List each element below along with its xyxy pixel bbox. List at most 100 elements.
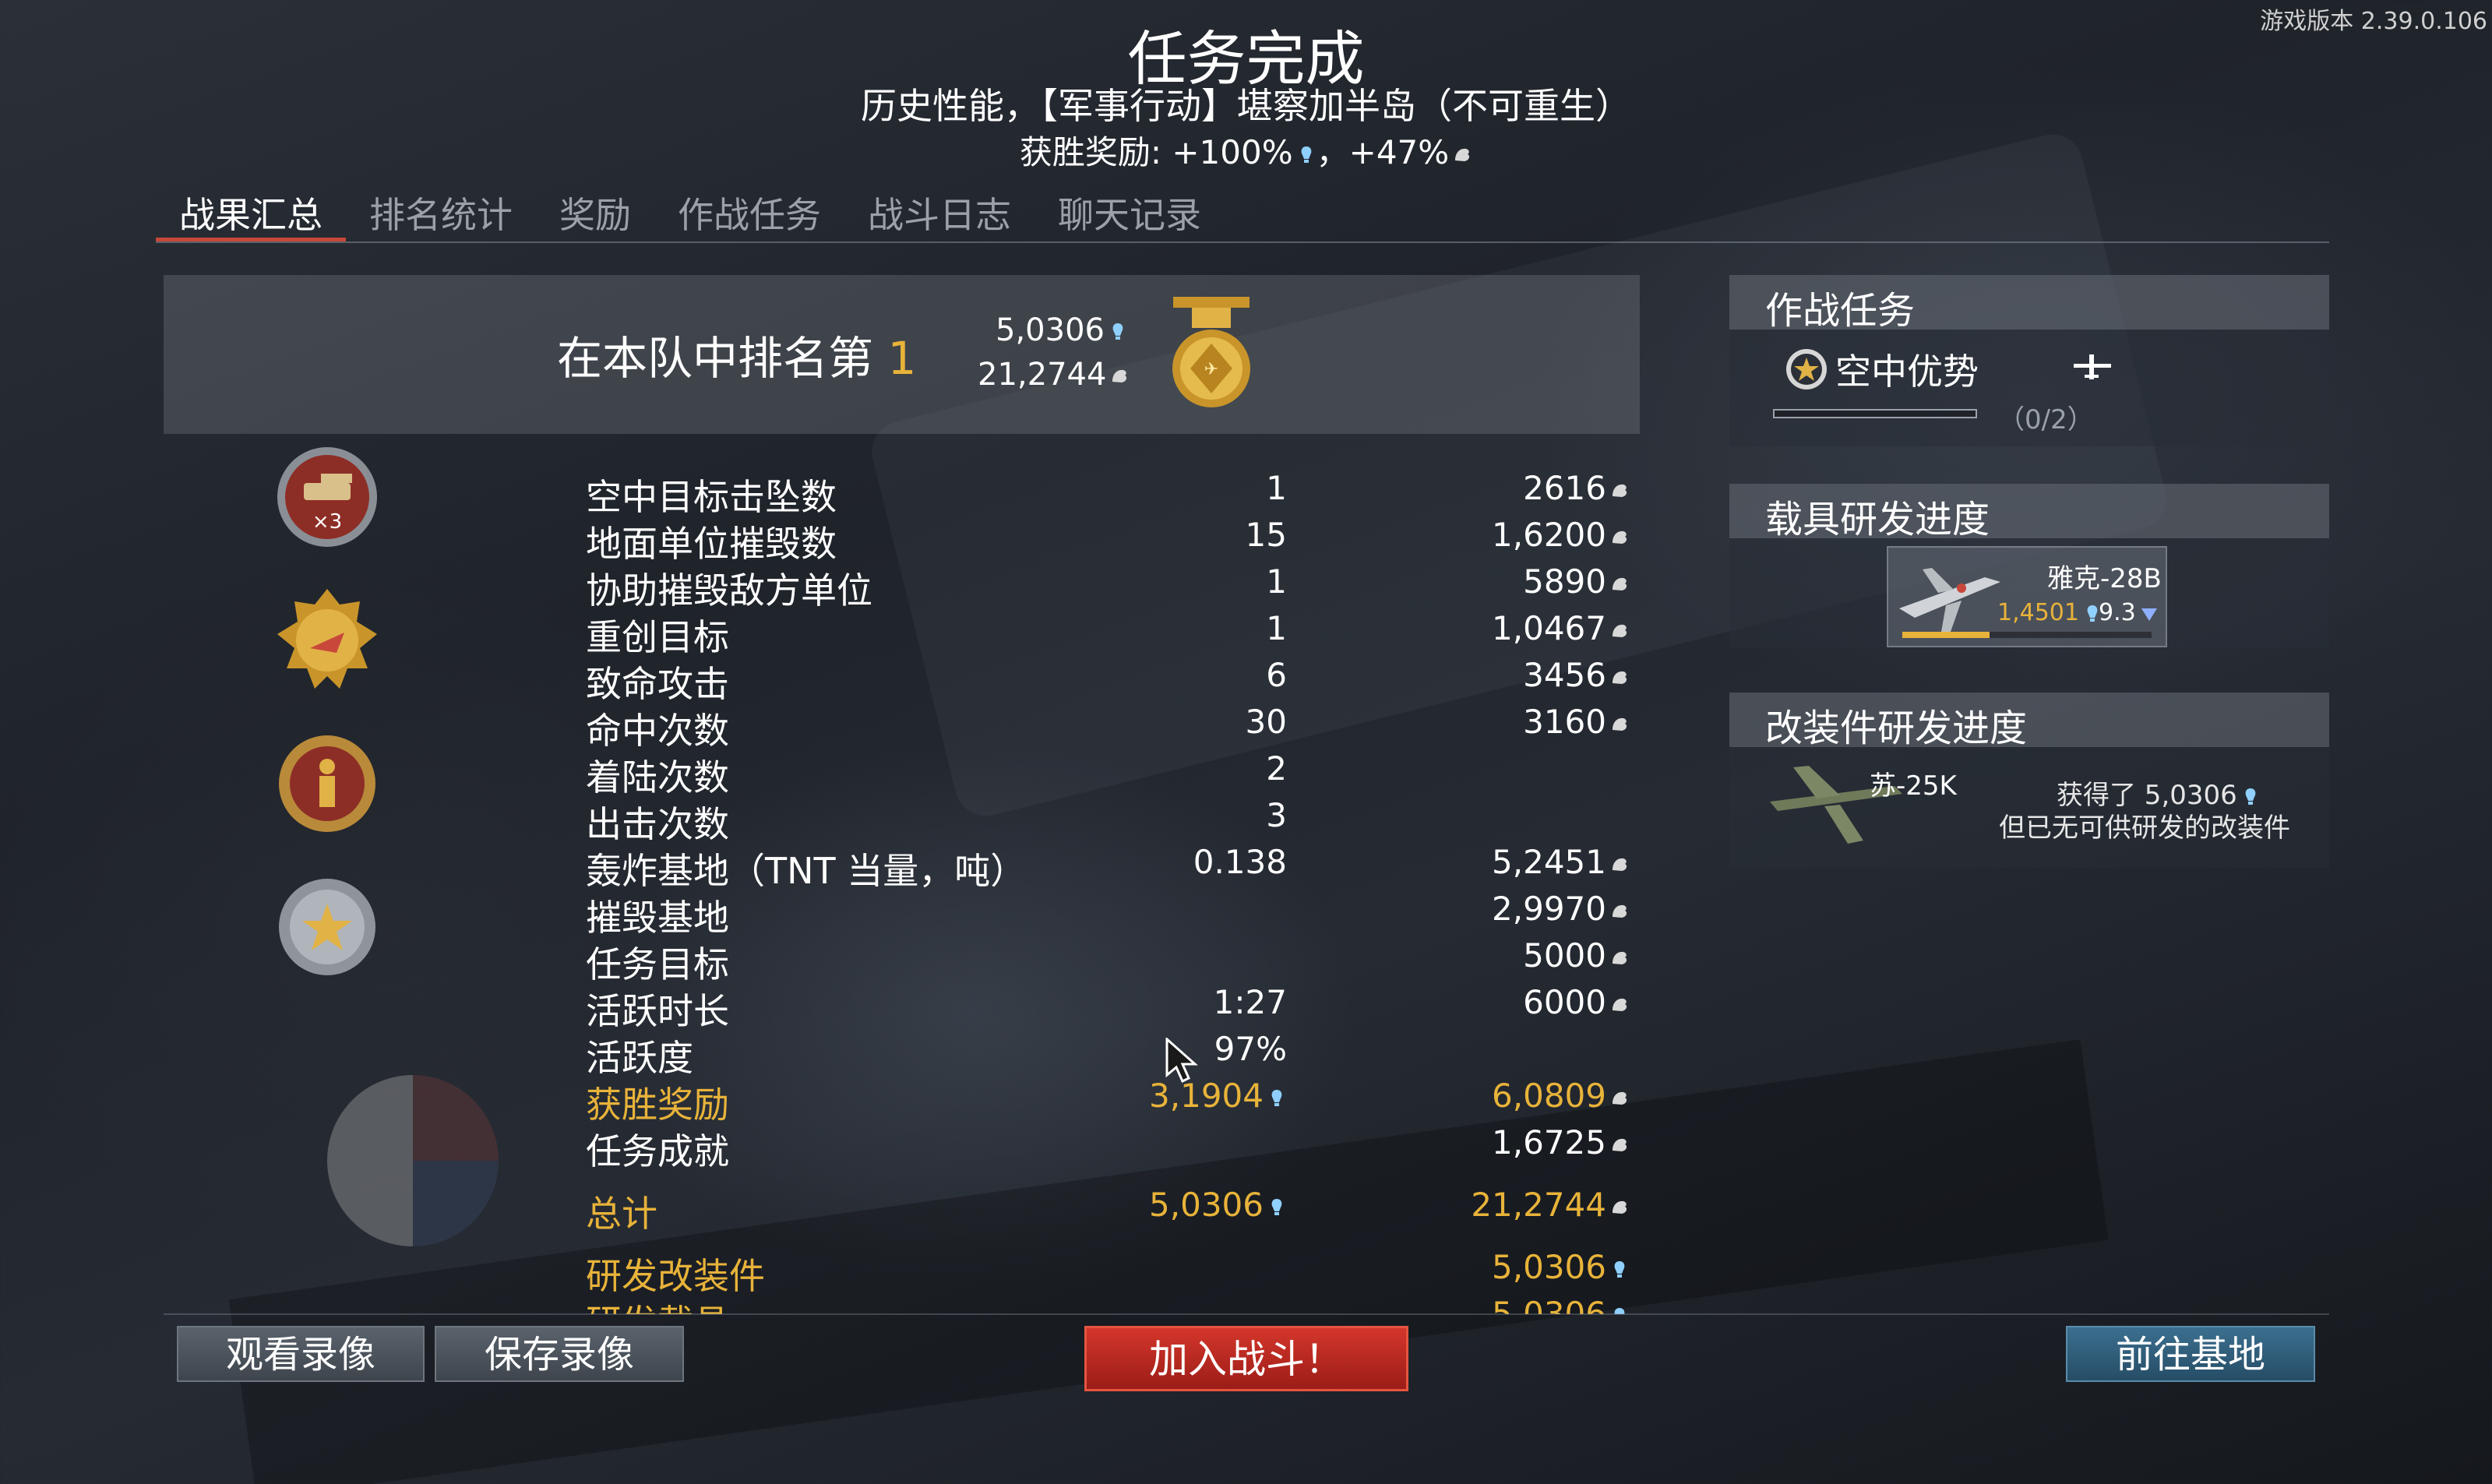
stat-label: 致命攻击 — [586, 663, 729, 705]
tab-battle-tasks[interactable]: 作战任务 — [654, 179, 844, 241]
stat-value: 1:27 — [1214, 983, 1287, 1021]
stat-reward-text: 2616 — [1523, 469, 1606, 507]
research-vehicle-rp-text: 5,0306 — [1492, 1295, 1606, 1314]
silver-lion-icon — [1112, 369, 1127, 382]
total-rp: 5,0306 — [1149, 1186, 1287, 1224]
mod-none-line: 但已无可供研发的改装件 — [1999, 812, 2290, 844]
go-to-hangar-button[interactable]: 前往基地 — [2066, 1326, 2315, 1382]
silver-lion-icon — [1613, 858, 1627, 871]
stat-label: 获胜奖励 — [586, 1084, 729, 1126]
rank-sl-value: 21,2744 — [978, 357, 1130, 393]
team-rank-prefix: 在本队中排名第 — [557, 332, 888, 385]
silver-lion-icon — [1613, 671, 1627, 684]
tab-ranking[interactable]: 排名统计 — [346, 179, 536, 241]
stat-reward-text: 5,2451 — [1492, 843, 1606, 881]
assist-award-icon — [277, 589, 377, 689]
team-rank-panel: 在本队中排名第 1 5,0306 21,2744 ✈ — [164, 275, 1640, 434]
stat-value: 30 — [1246, 703, 1287, 741]
stat-reward-text: 3160 — [1523, 703, 1606, 741]
join-battle-button[interactable]: 加入战斗！ — [1084, 1326, 1408, 1391]
stat-reward: 6,0809 — [1492, 1077, 1630, 1115]
vehicle-research-bar — [1902, 632, 2152, 638]
stat-row: 地面单位摧毁数 15 1,6200 — [586, 516, 1630, 565]
stat-value-text: 97% — [1214, 1030, 1287, 1068]
tab-battle-log[interactable]: 战斗日志 — [844, 179, 1035, 241]
research-mod-rp-text: 5,0306 — [1492, 1248, 1606, 1286]
stat-value-text: 6 — [1266, 656, 1287, 694]
stat-value-text: 15 — [1245, 516, 1287, 554]
stat-label: 重创目标 — [586, 616, 729, 658]
victory-reward-line: 获胜奖励: +100% ，+47% — [0, 126, 2492, 174]
stat-label: 协助摧毁敌方单位 — [586, 569, 872, 612]
stat-row: 获胜奖励 3,1904 6,0809 — [586, 1077, 1630, 1126]
research-vehicle-rp: 5,0306 — [1492, 1295, 1630, 1314]
stat-value-text: 0.138 — [1193, 843, 1287, 881]
stat-value: 1 — [1266, 609, 1287, 647]
yak-28b-aircraft-icon — [1899, 568, 2000, 632]
silver-lion-icon — [1613, 904, 1627, 918]
task-name[interactable]: 空中优势 — [1835, 344, 1979, 395]
stats-gap — [586, 1170, 1630, 1186]
stat-label: 活跃时长 — [586, 990, 729, 1032]
stat-label: 地面单位摧毁数 — [586, 523, 837, 565]
result-tabs: 战果汇总 排名统计 奖励 作战任务 战斗日志 聊天记录 — [156, 179, 2329, 243]
vehicle-name: 雅克-28B — [2047, 563, 2162, 594]
stat-value-text: 3 — [1266, 796, 1287, 834]
team-rank-position: 1 — [887, 332, 917, 385]
stat-row: 命中次数 30 3160 — [586, 703, 1630, 752]
victory-reward-label: 获胜奖励: — [1019, 133, 1172, 171]
victory-rp-value: +100% — [1172, 133, 1293, 171]
stat-reward-text: 6,0809 — [1492, 1077, 1606, 1115]
stats-gap — [586, 1232, 1630, 1248]
research-mod-row: 研发改装件 5,0306 — [586, 1248, 1630, 1297]
vehicle-rp: 1,4501 — [1997, 599, 2103, 626]
stat-label: 任务成就 — [586, 1130, 729, 1172]
total-row: 总计 5,0306 21,2744 — [586, 1186, 1630, 1235]
stat-value-text: 2 — [1266, 749, 1287, 788]
stat-row: 轰炸基地（TNT 当量，吨） 0.138 5,2451 — [586, 843, 1630, 892]
task-progress-bar — [1773, 409, 1977, 418]
stat-reward-text: 6000 — [1523, 983, 1606, 1021]
research-vehicle-row: 研发载具 5,0306 — [586, 1295, 1630, 1314]
research-mod-label: 研发改装件 — [586, 1255, 765, 1297]
tab-chat-log[interactable]: 聊天记录 — [1035, 179, 1225, 241]
tab-summary[interactable]: 战果汇总 — [156, 179, 346, 241]
stat-reward: 1,6200 — [1492, 516, 1630, 554]
stat-row: 活跃度 97% — [586, 1030, 1630, 1079]
stat-reward: 1,6725 — [1492, 1123, 1630, 1161]
stat-row: 摧毁基地 2,9970 — [586, 890, 1630, 939]
tab-rewards[interactable]: 奖励 — [536, 179, 654, 241]
stat-value-text: 30 — [1245, 703, 1287, 741]
research-point-icon — [1301, 146, 1311, 163]
vehicle-br-text: 9.3 — [2099, 599, 2136, 626]
rank-sl-text: 21,2744 — [978, 357, 1107, 393]
soldier-medal-icon — [279, 735, 375, 832]
stat-label: 轰炸基地（TNT 当量，吨） — [586, 850, 1027, 892]
battle-tasks-title: 作战任务 — [1729, 275, 2329, 333]
mission-subtitle: 历史性能，【军事行动】堪察加半岛（不可重生） — [861, 85, 1631, 127]
stat-reward-text: 5890 — [1523, 562, 1606, 601]
stat-row: 协助摧毁敌方单位 1 5890 — [586, 562, 1630, 612]
stat-reward-text: 2,9970 — [1492, 890, 1606, 928]
battle-stats-table: 空中目标击坠数 1 2616 地面单位摧毁数 15 1,6200 协助摧毁敌方单位 1 5890… — [586, 469, 1630, 1314]
battle-rating-icon — [2141, 608, 2157, 621]
top-rank-medal-icon: ✈ — [1172, 297, 1250, 407]
stat-label: 着陆次数 — [586, 756, 729, 798]
save-replay-button[interactable]: 保存录像 — [435, 1326, 684, 1382]
research-point-icon — [2245, 788, 2256, 805]
stat-value-text: 1 — [1266, 562, 1287, 601]
watch-replay-button[interactable]: 观看录像 — [177, 1326, 425, 1382]
task-star-icon — [1786, 349, 1827, 390]
battle-awards-column: ×3 — [273, 442, 382, 1016]
research-point-icon — [1271, 1198, 1282, 1215]
vehicle-research-card[interactable]: 雅克-28B 1,4501 9.3 — [1887, 546, 2167, 647]
silver-lion-icon — [1613, 577, 1627, 590]
stat-value: 2 — [1266, 749, 1287, 788]
stat-row: 任务目标 5000 — [586, 936, 1630, 985]
vehicle-research-panel: 载具研发进度 雅克-28B 1,4501 9.3 — [1729, 484, 2329, 647]
stat-reward: 1,0467 — [1492, 609, 1630, 647]
total-sl: 21,2744 — [1471, 1186, 1630, 1224]
stat-reward: 2616 — [1523, 469, 1630, 507]
stat-reward: 3160 — [1523, 703, 1630, 741]
silver-lion-icon — [1613, 1091, 1627, 1105]
